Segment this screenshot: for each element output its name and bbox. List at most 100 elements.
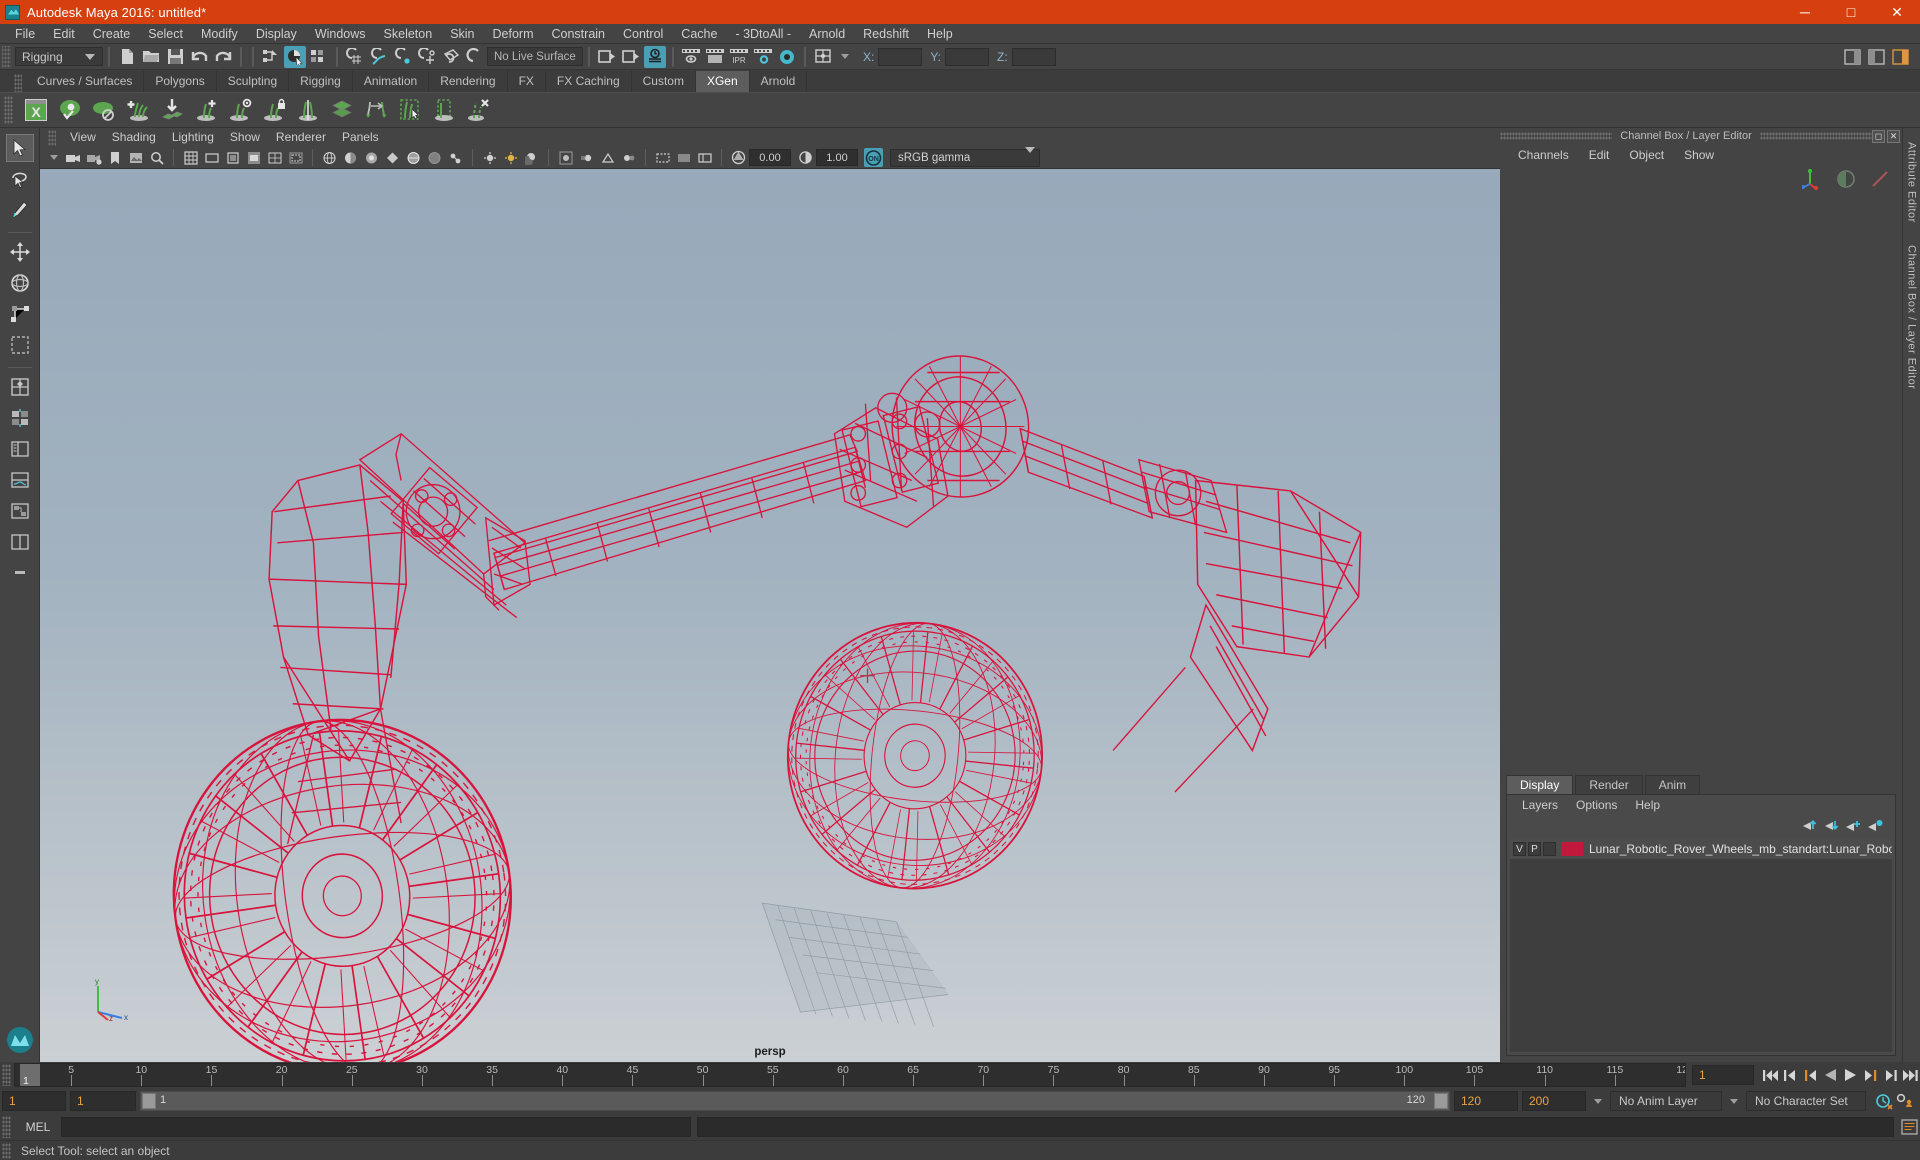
field-chart-icon[interactable]: [265, 148, 284, 167]
panel-menu-lighting[interactable]: Lighting: [164, 128, 222, 147]
xgen-preview-on-icon[interactable]: [55, 95, 85, 125]
menu-item-arnold[interactable]: Arnold: [800, 24, 854, 44]
render-sequence-icon[interactable]: [704, 46, 726, 68]
color-management-toggle[interactable]: ON: [864, 148, 883, 167]
shelf-tab-fx-caching[interactable]: FX Caching: [545, 71, 632, 92]
time-slider-grip[interactable]: [2, 1064, 11, 1086]
close-icon[interactable]: ✕: [1887, 129, 1900, 143]
menu-item-skin[interactable]: Skin: [441, 24, 483, 44]
play-forwards-icon[interactable]: [1840, 1064, 1860, 1086]
perspective-viewport[interactable]: y x z persp: [40, 169, 1500, 1062]
isolate-select-icon[interactable]: [653, 148, 672, 167]
toolbar-grip[interactable]: [2, 45, 11, 68]
gamma-icon[interactable]: [796, 148, 815, 167]
multisample-aa-icon[interactable]: [598, 148, 617, 167]
channel-menu-edit[interactable]: Edit: [1579, 144, 1620, 166]
xgen-preview-guides-icon[interactable]: [225, 95, 255, 125]
select-camera-icon[interactable]: [63, 148, 82, 167]
persp-graph-layout[interactable]: [6, 466, 34, 494]
shelf-tab-custom[interactable]: Custom: [631, 71, 696, 92]
menu-item-file[interactable]: File: [6, 24, 44, 44]
xgen-import-collection-icon[interactable]: [157, 95, 187, 125]
panel-menu-show[interactable]: Show: [222, 128, 268, 147]
menu-item-select[interactable]: Select: [139, 24, 192, 44]
channel-box-tab[interactable]: Channel Box / Layer Editor: [1906, 245, 1918, 389]
lasso-select-tool[interactable]: [6, 165, 34, 193]
axis-manip-icon[interactable]: [1801, 168, 1824, 193]
layer-menu-layers[interactable]: Layers: [1513, 795, 1567, 815]
xgen-preview-off-icon[interactable]: [89, 95, 119, 125]
two-d-pan-zoom-icon[interactable]: [147, 148, 166, 167]
current-time-indicator[interactable]: 1: [20, 1064, 40, 1086]
panel-menu-panels[interactable]: Panels: [334, 128, 387, 147]
new-layer-from-selected-icon[interactable]: [1863, 817, 1885, 835]
chevron-down-icon[interactable]: [1730, 1098, 1738, 1104]
animation-preferences-icon[interactable]: [1894, 1090, 1914, 1112]
snap-to-projected-center-icon[interactable]: [416, 46, 438, 68]
attribute-editor-toggle-icon[interactable]: [644, 45, 666, 68]
panel-drag-dots[interactable]: [1759, 132, 1872, 140]
xgen-mirror-guides-icon[interactable]: [293, 95, 323, 125]
menu-item-cache[interactable]: Cache: [672, 24, 726, 44]
character-set-selector[interactable]: No Character Set: [1746, 1091, 1866, 1111]
command-line-grip[interactable]: [2, 1116, 11, 1138]
step-back-key-icon[interactable]: [1800, 1064, 1820, 1086]
layer-menu-help[interactable]: Help: [1626, 795, 1669, 815]
select-by-hierarchy-icon[interactable]: [260, 46, 282, 68]
xgen-lock-guides-icon[interactable]: [259, 95, 289, 125]
panel-grip[interactable]: [48, 129, 56, 146]
snap-to-view-plane-icon[interactable]: [440, 46, 462, 68]
render-settings-icon[interactable]: [752, 46, 774, 68]
channel-menu-channels[interactable]: Channels: [1508, 144, 1579, 166]
gamma-field[interactable]: 1.00: [816, 149, 858, 166]
last-tool-used[interactable]: [6, 331, 34, 359]
menu-set-selector[interactable]: Rigging: [15, 47, 103, 66]
new-layer-icon[interactable]: [1841, 817, 1863, 835]
scale-tool[interactable]: [6, 300, 34, 328]
grid-toggle-icon[interactable]: [181, 148, 200, 167]
xgen-add-description-icon[interactable]: [123, 95, 153, 125]
wireframe-on-shaded-icon[interactable]: [404, 148, 423, 167]
open-render-view-icon[interactable]: [812, 46, 834, 68]
snap-to-curve-icon[interactable]: [368, 46, 390, 68]
move-layer-up-icon[interactable]: [1797, 817, 1819, 835]
layer-shading-toggle[interactable]: [1543, 842, 1556, 856]
z-coord-field[interactable]: [1011, 47, 1056, 66]
snap-to-point-icon[interactable]: [392, 46, 414, 68]
single-perspective-layout[interactable]: [6, 373, 34, 401]
make-live-icon[interactable]: [464, 46, 486, 68]
image-plane-icon[interactable]: [126, 148, 145, 167]
shelf-tab-animation[interactable]: Animation: [352, 71, 430, 92]
panel-drag-dots[interactable]: [1500, 132, 1613, 140]
camera-attributes-icon[interactable]: [84, 148, 103, 167]
range-start-handle[interactable]: [142, 1093, 156, 1109]
depth-of-field-icon[interactable]: [619, 148, 638, 167]
menu-item-modify[interactable]: Modify: [192, 24, 247, 44]
hypershade-icon[interactable]: [776, 46, 798, 68]
open-scene-icon[interactable]: [140, 46, 162, 68]
bookmarks-icon[interactable]: [105, 148, 124, 167]
xgen-convert-to-interactive-icon[interactable]: [361, 95, 391, 125]
smooth-shade-all-icon[interactable]: [341, 148, 360, 167]
film-gate-icon[interactable]: [202, 148, 221, 167]
menu-item-create[interactable]: Create: [84, 24, 140, 44]
channel-menu-show[interactable]: Show: [1674, 144, 1724, 166]
live-surface-field[interactable]: No Live Surface: [487, 47, 583, 66]
gate-mask-icon[interactable]: [244, 148, 263, 167]
panel-menu-view[interactable]: View: [62, 128, 104, 147]
shelf-grip[interactable]: [14, 74, 22, 92]
lighting-all-icon[interactable]: [501, 148, 520, 167]
shelf-bar-grip[interactable]: [4, 96, 13, 124]
step-forward-frame-icon[interactable]: [1880, 1064, 1900, 1086]
x-coord-field[interactable]: [878, 47, 923, 66]
layer-tab-display[interactable]: Display: [1506, 775, 1574, 794]
range-bar[interactable]: 1 120: [140, 1091, 1450, 1111]
panel-menu-shading[interactable]: Shading: [104, 128, 164, 147]
step-back-frame-icon[interactable]: [1780, 1064, 1800, 1086]
color-profile-selector[interactable]: sRGB gamma: [890, 146, 1040, 167]
select-tool[interactable]: [5, 134, 34, 162]
shadows-icon[interactable]: [522, 148, 541, 167]
menu-item-redshift[interactable]: Redshift: [854, 24, 918, 44]
layer-color-swatch[interactable]: [1561, 842, 1583, 856]
shelf-tab-fx[interactable]: FX: [507, 71, 546, 92]
